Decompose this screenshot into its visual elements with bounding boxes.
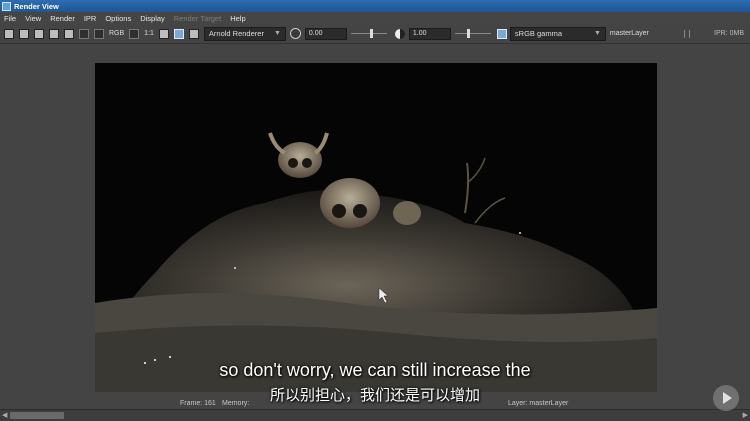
slider-track (454, 32, 491, 34)
display-channel-icon[interactable] (129, 28, 140, 39)
play-icon[interactable] (713, 385, 739, 411)
status-memory: Memory: (222, 399, 250, 407)
slider-handle[interactable] (466, 28, 470, 38)
window-title: Render View (14, 1, 59, 11)
exposure-slider[interactable] (350, 28, 387, 40)
chevron-down-icon: ▼ (593, 30, 601, 37)
remove-image-icon[interactable] (173, 28, 184, 39)
rendered-scene (95, 63, 657, 392)
slider-track (350, 32, 387, 34)
render-viewport[interactable] (0, 45, 750, 409)
ipr-memory-label: IPR: 0MB (714, 30, 744, 37)
gamma-icon[interactable] (394, 28, 405, 39)
real-size-button[interactable]: 1:1 (144, 30, 154, 37)
ipr-render-icon[interactable] (49, 28, 59, 39)
keep-image-icon[interactable] (158, 28, 169, 39)
status-frame: Frame: 161 (180, 399, 216, 407)
menu-options[interactable]: Options (105, 14, 131, 23)
rgb-channel-toggle[interactable]: RGB (109, 30, 124, 37)
display-alpha-icon[interactable] (94, 28, 104, 39)
gamma-slider[interactable] (454, 28, 491, 40)
scroll-left-icon[interactable]: ◀ (2, 411, 7, 419)
layer-label: masterLayer (609, 30, 649, 37)
redo-render-icon[interactable] (4, 28, 14, 39)
exposure-field[interactable]: 0.00 (304, 27, 347, 40)
menu-display[interactable]: Display (140, 14, 165, 23)
menu-bar: File View Render IPR Options Display Ren… (0, 12, 750, 24)
scroll-thumb[interactable] (10, 412, 64, 419)
renderer-value: Arnold Renderer (208, 29, 264, 38)
toolbar-separator (684, 30, 690, 38)
chevron-down-icon: ▼ (273, 30, 281, 37)
menu-view[interactable]: View (25, 14, 41, 23)
subtitle-english: so don't worry, we can still increase th… (219, 360, 531, 380)
menu-ipr[interactable]: IPR (84, 14, 97, 23)
save-image-icon[interactable] (188, 28, 199, 39)
exposure-icon[interactable] (289, 28, 301, 39)
color-management-icon[interactable] (496, 28, 507, 39)
menu-render-target[interactable]: Render Target (174, 14, 221, 23)
scroll-right-icon[interactable]: ▶ (743, 411, 748, 419)
maya-app-icon (2, 1, 11, 11)
render-region-icon[interactable] (19, 28, 29, 39)
refresh-ipr-icon[interactable] (64, 28, 74, 39)
color-space-value: sRGB gamma (514, 29, 563, 38)
horizontal-scrollbar[interactable]: ◀ ▶ (0, 409, 750, 421)
rendered-image[interactable] (95, 63, 657, 392)
title-bar: Render View (0, 0, 750, 12)
gamma-field[interactable]: 1.00 (408, 27, 451, 40)
status-layer: Layer: masterLayer (508, 399, 569, 407)
color-space-dropdown[interactable]: sRGB gamma ▼ (509, 26, 606, 41)
render-toolbar: RGB 1:1 Arnold Renderer ▼ 0.00 1.00 sRGB… (0, 24, 750, 44)
menu-file[interactable]: File (4, 14, 16, 23)
render-status-bar: Frame: 161 Memory: Layer: masterLayer (0, 397, 750, 409)
menu-help[interactable]: Help (230, 14, 245, 23)
stop-ipr-icon[interactable] (79, 28, 89, 39)
snapshot-icon[interactable] (34, 28, 44, 39)
slider-handle[interactable] (369, 28, 373, 38)
menu-render[interactable]: Render (50, 14, 75, 23)
renderer-dropdown[interactable]: Arnold Renderer ▼ (203, 26, 286, 41)
